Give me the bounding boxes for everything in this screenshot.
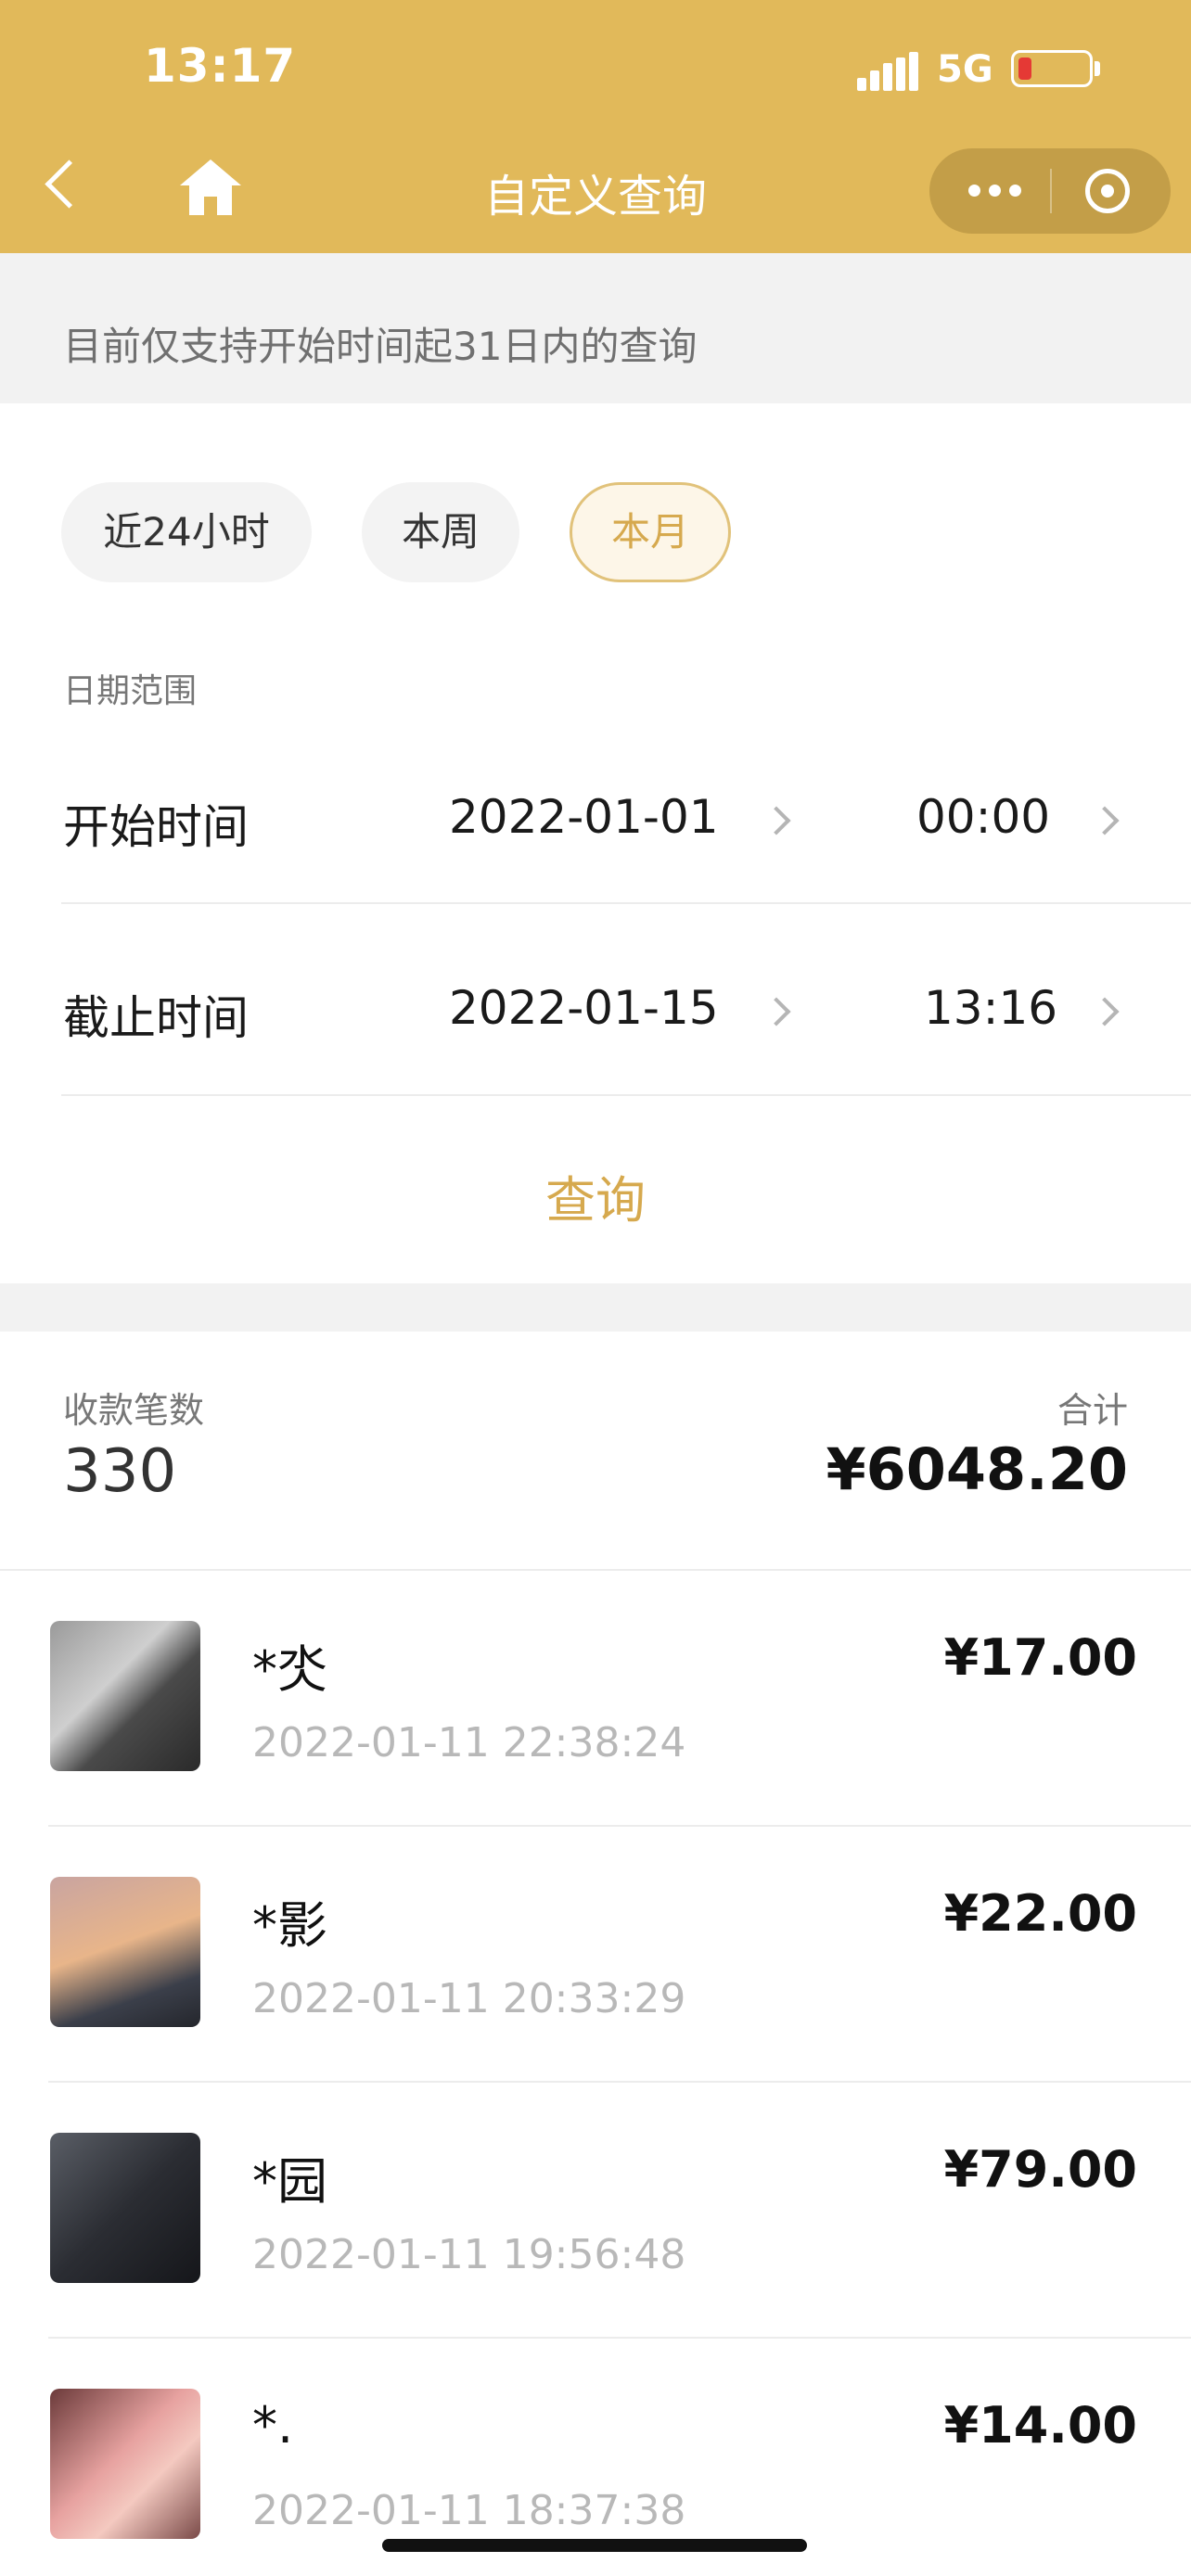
payment-amount: ¥22.00 xyxy=(943,1884,1137,1943)
payer-name: *氼 xyxy=(252,1640,327,1699)
avatar xyxy=(50,2389,200,2539)
menu-capsule xyxy=(929,148,1171,234)
payer-name: *影 xyxy=(252,1896,327,1955)
start-time-label: 开始时间 xyxy=(63,800,249,854)
home-indicator[interactable] xyxy=(382,2539,807,2552)
end-time-label: 截止时间 xyxy=(63,991,249,1045)
chip-this-week[interactable]: 本周 xyxy=(362,482,519,582)
network-type: 5G xyxy=(937,48,993,91)
avatar xyxy=(50,1621,200,1771)
payment-amount: ¥79.00 xyxy=(943,2140,1137,2199)
start-date-picker[interactable]: 2022-01-01 xyxy=(449,790,719,844)
chevron-right-icon xyxy=(1090,997,1120,1027)
payer-name: *园 xyxy=(252,2152,327,2211)
payment-time: 2022-01-11 22:38:24 xyxy=(252,1719,686,1766)
chip-this-month[interactable]: 本月 xyxy=(570,482,731,582)
date-range-label: 日期范围 xyxy=(63,672,198,710)
status-time: 13:17 xyxy=(144,39,297,93)
chevron-right-icon xyxy=(1090,806,1120,835)
payment-amount: ¥17.00 xyxy=(943,1628,1137,1687)
query-button[interactable]: 查询 xyxy=(0,1159,1191,1232)
total-label: 合计 xyxy=(1057,1390,1128,1431)
payment-count: 330 xyxy=(63,1437,177,1506)
end-time-picker[interactable]: 13:16 xyxy=(924,981,1057,1035)
payment-time: 2022-01-11 20:33:29 xyxy=(252,1975,686,2022)
signal-icon xyxy=(857,52,918,91)
battery-icon xyxy=(1011,50,1093,87)
chevron-right-icon xyxy=(762,806,791,835)
payer-name: *. xyxy=(252,2396,294,2455)
payment-total: ¥6048.20 xyxy=(826,1435,1128,1503)
payment-amount: ¥14.00 xyxy=(943,2396,1137,2455)
payment-time: 2022-01-11 18:37:38 xyxy=(252,2487,686,2534)
divider xyxy=(61,1094,1191,1096)
section-gap xyxy=(0,1283,1191,1332)
chevron-right-icon xyxy=(762,997,791,1027)
close-target-icon[interactable] xyxy=(1085,169,1130,213)
divider xyxy=(61,902,1191,904)
end-date-picker[interactable]: 2022-01-15 xyxy=(449,981,719,1035)
chip-last-24h[interactable]: 近24小时 xyxy=(61,482,312,582)
avatar xyxy=(50,1877,200,2027)
notice-text: 目前仅支持开始时间起31日内的查询 xyxy=(63,324,698,369)
battery-tip xyxy=(1095,61,1100,76)
more-dots-icon[interactable] xyxy=(968,185,1024,198)
avatar xyxy=(50,2133,200,2283)
payment-time: 2022-01-11 19:56:48 xyxy=(252,2231,686,2278)
count-label: 收款笔数 xyxy=(63,1390,205,1431)
start-time-picker[interactable]: 00:00 xyxy=(916,790,1050,844)
